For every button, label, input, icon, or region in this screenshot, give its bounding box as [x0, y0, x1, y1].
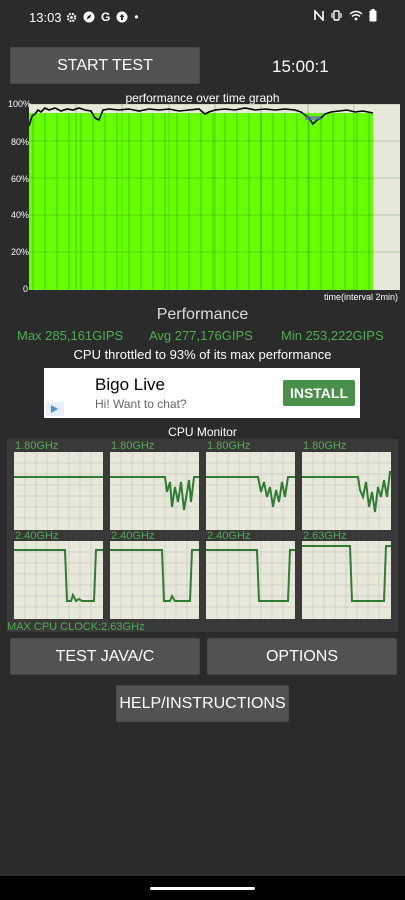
cpu-core-graph: [206, 452, 295, 530]
y-tick-60: 60%: [11, 174, 30, 184]
graph-x-label: time(interval 2min): [323, 292, 398, 302]
ad-banner[interactable]: Bigo Live Hi! Want to chat? INSTALL: [44, 368, 360, 418]
perf-max: Max 285,161GIPS: [17, 328, 124, 343]
max-cpu-clock: MAX CPU CLOCK:2.63GHz: [7, 621, 145, 633]
nfc-icon: [314, 10, 324, 21]
vibrate-icon: [331, 10, 342, 21]
status-time: 13:03: [29, 10, 62, 25]
cpu-monitor-title: CPU Monitor: [168, 425, 237, 439]
cpu-core-graph: [302, 452, 391, 530]
core-frequency: 2.40GHz: [15, 530, 59, 542]
core-frequency: 1.80GHz: [207, 440, 251, 452]
perf-avg: Avg 277,176GIPS: [149, 328, 253, 343]
core-frequency: 2.40GHz: [111, 530, 155, 542]
perf-min: Min 253,222GIPS: [281, 328, 384, 343]
more-notifications-dot: •: [134, 10, 139, 24]
cpu-core-graph: [110, 541, 199, 619]
cpu-core-graph: [110, 452, 199, 530]
compass-icon: [83, 11, 95, 23]
test-timer: 15:00:1: [272, 57, 329, 76]
ad-choices-icon[interactable]: [46, 402, 64, 416]
y-tick-40: 40%: [11, 210, 30, 220]
google-icon: G: [101, 10, 111, 24]
performance-graph: [29, 104, 400, 290]
cpu-core-graph: [206, 541, 295, 619]
graph-title: performance over time graph: [125, 91, 280, 105]
ad-title: Bigo Live: [95, 375, 165, 394]
y-tick-0: 0: [23, 284, 29, 294]
core-frequency: 1.80GHz: [303, 440, 347, 452]
wifi-icon: [349, 10, 363, 21]
graph-throttle-marker: [305, 116, 321, 120]
core-frequency: 1.80GHz: [111, 440, 155, 452]
home-gesture-handle[interactable]: [150, 887, 255, 890]
status-notification-icons: G •: [66, 10, 139, 24]
gear-icon: [66, 12, 77, 22]
upload-icon: [116, 11, 128, 23]
throttle-text: CPU throttled to 93% of its max performa…: [73, 347, 332, 362]
y-tick-20: 20%: [11, 247, 30, 257]
help-instructions-button[interactable]: HELP/INSTRUCTIONS: [116, 685, 289, 722]
performance-graph-plot: [29, 104, 400, 290]
status-bar: 13:03 G •: [0, 0, 405, 34]
cpu-core-graph: [302, 541, 391, 619]
graph-fill: [29, 113, 373, 290]
ad-subtitle: Hi! Want to chat?: [95, 397, 187, 411]
core-frequency: 2.40GHz: [207, 530, 251, 542]
y-tick-100: 100%: [8, 99, 32, 109]
core-frequency: 1.80GHz: [15, 440, 59, 452]
core-frequency: 2.63GHz: [303, 530, 347, 542]
start-test-button[interactable]: START TEST: [10, 47, 200, 84]
cpu-core-graph: [14, 452, 103, 530]
battery-icon: [369, 9, 377, 22]
performance-title: Performance: [156, 306, 249, 323]
status-system-icons: [314, 9, 377, 22]
cpu-core-graph: [14, 541, 103, 619]
options-button[interactable]: OPTIONS: [207, 638, 397, 675]
ad-install-button[interactable]: INSTALL: [283, 380, 355, 406]
test-java-c-button[interactable]: TEST JAVA/C: [10, 638, 200, 675]
y-tick-80: 80%: [11, 137, 30, 147]
